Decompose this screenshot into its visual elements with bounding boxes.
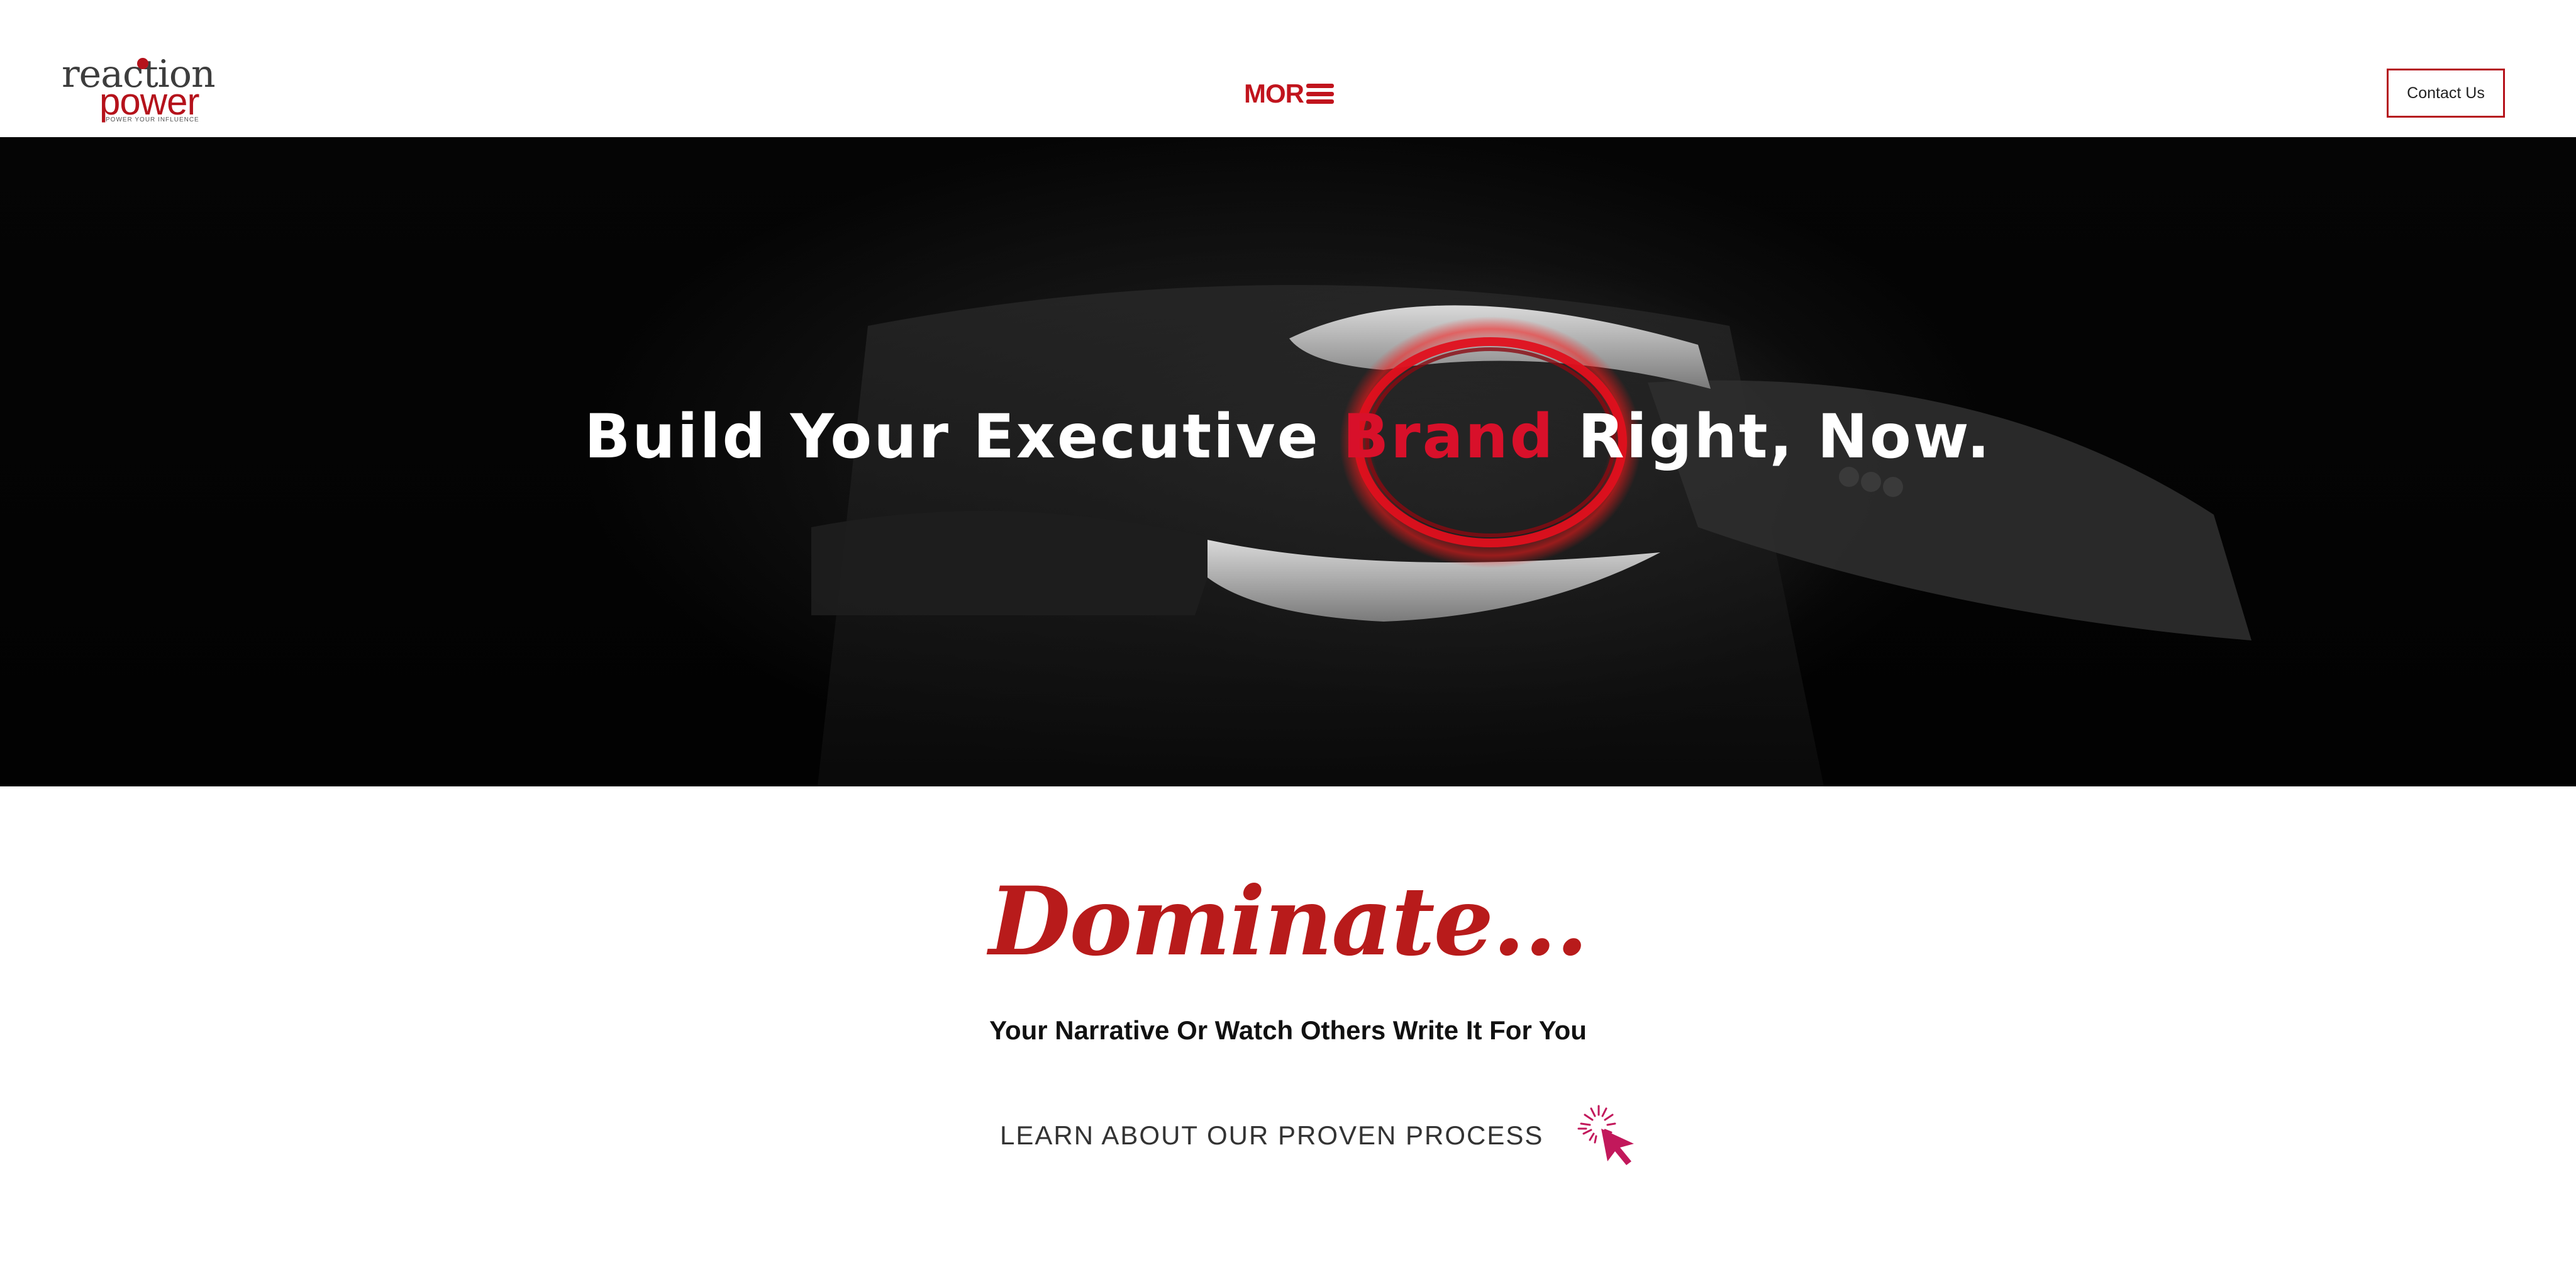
proven-process-label: LEARN ABOUT OUR PROVEN PROCESS xyxy=(1000,1120,1544,1150)
hamburger-icon xyxy=(1306,84,1334,104)
hero-heading-end: Right, Now. xyxy=(1555,401,1992,472)
more-menu-button[interactable]: MOR xyxy=(1244,79,1334,108)
hero-heading-start: Build Your Executive xyxy=(584,401,1343,472)
proven-process-link[interactable]: LEARN ABOUT OUR PROVEN PROCESS xyxy=(1000,1104,1643,1167)
click-cursor-icon xyxy=(1577,1105,1635,1165)
dominate-heading: Dominate... xyxy=(989,866,1588,977)
hero-heading: Build Your Executive Brand Right, Now. xyxy=(0,401,2576,472)
hero-banner: Build Your Executive Brand Right, Now. xyxy=(0,137,2576,786)
reaction-power-logo[interactable]: reaction power POWER YOUR INFLUENCE xyxy=(62,55,216,125)
more-menu-label: MOR xyxy=(1244,79,1304,108)
contact-us-button[interactable]: Contact Us xyxy=(2387,69,2505,118)
narrative-subtitle: Your Narrative Or Watch Others Write It … xyxy=(989,1015,1587,1045)
logo-word-power: power xyxy=(99,81,199,123)
logo-dot xyxy=(137,58,148,69)
site-header: reaction power POWER YOUR INFLUENCE MOR … xyxy=(0,0,2576,137)
logo-tagline: POWER YOUR INFLUENCE xyxy=(106,116,199,123)
hero-heading-accent: Brand xyxy=(1343,401,1555,472)
